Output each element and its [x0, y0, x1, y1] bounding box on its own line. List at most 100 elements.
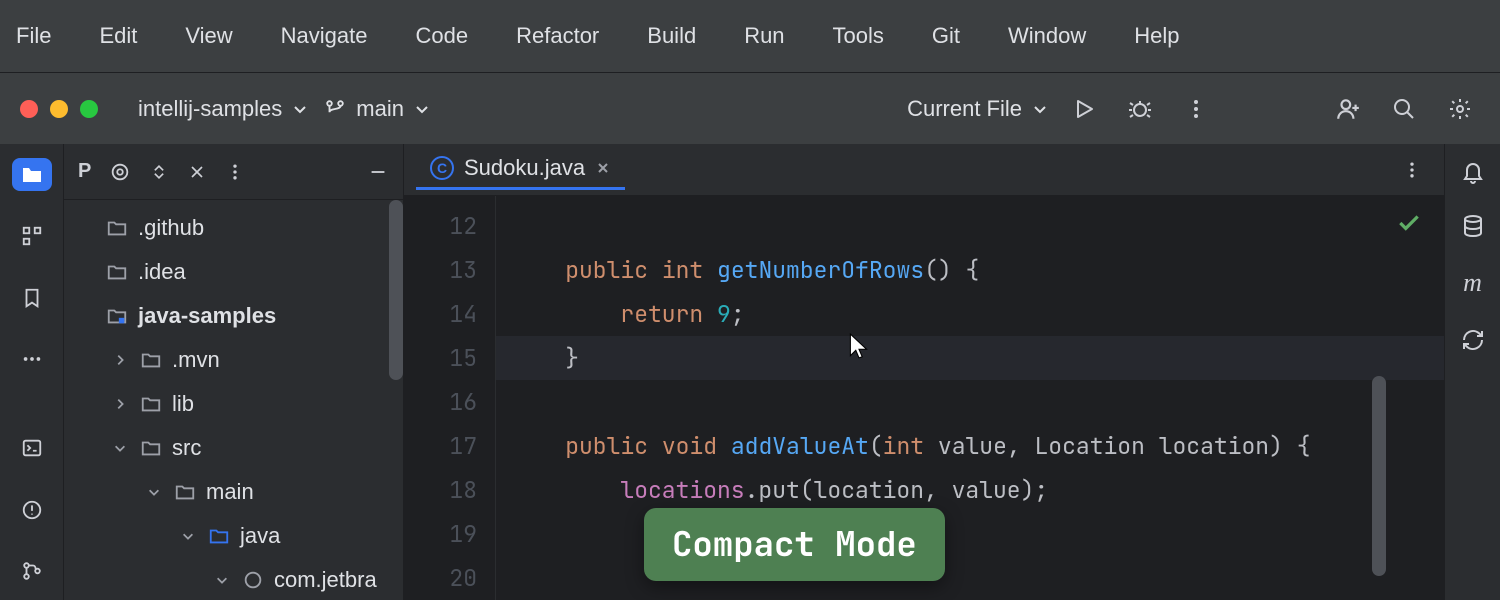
code-line[interactable]	[496, 512, 1444, 556]
code-line[interactable]: locations.put(location, value);	[496, 468, 1444, 512]
tree-item[interactable]: java	[64, 514, 403, 558]
sync-tool-button[interactable]	[1461, 328, 1485, 352]
run-button[interactable]	[1064, 89, 1104, 129]
main-area: P .github .idea java-samples .mvn lib	[0, 144, 1500, 600]
tree-item-label: .github	[138, 215, 204, 241]
menu-file[interactable]: File	[8, 19, 59, 53]
compact-mode-badge: Compact Mode	[644, 508, 945, 581]
more-tools-button[interactable]	[12, 342, 52, 375]
code-editor[interactable]: 121314151617181920 public int getNumberO…	[404, 196, 1444, 600]
tree-item[interactable]: lib	[64, 382, 403, 426]
code-content[interactable]: public int getNumberOfRows() { return 9;…	[496, 196, 1444, 600]
target-icon	[109, 161, 131, 183]
project-tool-button[interactable]	[12, 158, 52, 191]
git-branch-selector[interactable]: main	[324, 96, 430, 122]
line-number: 18	[404, 468, 477, 512]
tree-item[interactable]: main	[64, 470, 403, 514]
menu-edit[interactable]: Edit	[91, 19, 145, 53]
project-selector[interactable]: intellij-samples	[138, 96, 308, 122]
code-line[interactable]: }	[496, 336, 1444, 380]
code-line[interactable]: return 9;	[496, 292, 1444, 336]
hide-panel-button[interactable]	[367, 161, 389, 183]
collapse-button[interactable]	[187, 162, 207, 182]
tree-item-label: com.jetbra	[274, 567, 377, 593]
project-name: intellij-samples	[138, 96, 282, 122]
ide-window: intellij-samples main Current File	[0, 72, 1500, 600]
problems-tool-button[interactable]	[12, 493, 52, 526]
close-tab-icon[interactable]	[595, 160, 611, 176]
folder-icon	[20, 163, 44, 187]
folder-icon	[208, 525, 230, 547]
structure-tool-button[interactable]	[12, 219, 52, 252]
project-panel-header: P	[64, 144, 403, 200]
editor-scrollbar-thumb[interactable]	[1372, 376, 1386, 576]
code-line[interactable]	[496, 556, 1444, 600]
tree-item[interactable]: .idea	[64, 250, 403, 294]
structure-icon	[21, 225, 43, 247]
project-tree[interactable]: .github .idea java-samples .mvn libsrcmainja…	[64, 200, 403, 600]
project-panel: P .github .idea java-samples .mvn lib	[64, 144, 404, 600]
menu-window[interactable]: Window	[1000, 19, 1094, 53]
code-line[interactable]: public void addValueAt(int value, Locati…	[496, 424, 1444, 468]
tab-options-button[interactable]	[1392, 150, 1432, 190]
folder-icon	[106, 217, 128, 239]
kebab-icon	[1402, 160, 1422, 180]
menu-git[interactable]: Git	[924, 19, 968, 53]
code-with-me-button[interactable]	[1328, 89, 1368, 129]
menu-navigate[interactable]: Navigate	[273, 19, 376, 53]
bookmarks-tool-button[interactable]	[12, 281, 52, 314]
git-icon	[21, 560, 43, 582]
java-class-icon: C	[430, 156, 454, 180]
scrollbar-thumb[interactable]	[389, 200, 403, 380]
tree-item[interactable]: java-samples	[64, 294, 403, 338]
tree-item-label: java-samples	[138, 303, 276, 329]
tree-item-label: .mvn	[172, 347, 220, 373]
left-tool-rail	[0, 144, 64, 600]
chevron-right-icon	[110, 353, 130, 367]
settings-button[interactable]	[1440, 89, 1480, 129]
expand-all-button[interactable]	[149, 162, 169, 182]
notifications-button[interactable]	[1461, 160, 1485, 184]
code-line[interactable]	[496, 204, 1444, 248]
code-line[interactable]: public int getNumberOfRows() {	[496, 248, 1444, 292]
line-gutter: 121314151617181920	[404, 196, 496, 600]
menu-help[interactable]: Help	[1126, 19, 1187, 53]
tree-item[interactable]: .github	[64, 206, 403, 250]
line-number: 14	[404, 292, 477, 336]
search-everywhere-button[interactable]	[1384, 89, 1424, 129]
editor-tab[interactable]: C Sudoku.java	[416, 149, 625, 190]
run-config-selector[interactable]: Current File	[907, 96, 1048, 122]
line-number: 16	[404, 380, 477, 424]
kebab-icon	[225, 162, 245, 182]
fullscreen-window-button[interactable]	[80, 100, 98, 118]
vcs-tool-button[interactable]	[12, 555, 52, 588]
module-icon	[106, 305, 128, 327]
debug-button[interactable]	[1120, 89, 1160, 129]
menu-refactor[interactable]: Refactor	[508, 19, 607, 53]
project-tab-label[interactable]: P	[78, 160, 91, 183]
terminal-tool-button[interactable]	[12, 432, 52, 465]
select-opened-file-button[interactable]	[109, 161, 131, 183]
chevron-down-icon	[144, 485, 164, 499]
chevron-down-icon	[110, 441, 130, 455]
tree-item[interactable]: src	[64, 426, 403, 470]
menu-code[interactable]: Code	[408, 19, 477, 53]
code-line[interactable]	[496, 380, 1444, 424]
database-tool-button[interactable]	[1461, 214, 1485, 238]
tree-item[interactable]: com.jetbra	[64, 558, 403, 600]
menu-build[interactable]: Build	[639, 19, 704, 53]
minimize-window-button[interactable]	[50, 100, 68, 118]
tree-item[interactable]: .mvn	[64, 338, 403, 382]
inspection-status[interactable]	[1396, 210, 1422, 236]
bookmark-icon	[21, 287, 43, 309]
panel-options-button[interactable]	[225, 162, 245, 182]
close-window-button[interactable]	[20, 100, 38, 118]
more-actions-button[interactable]	[1176, 89, 1216, 129]
menu-tools[interactable]: Tools	[825, 19, 892, 53]
folder-icon	[140, 349, 162, 371]
menu-run[interactable]: Run	[736, 19, 792, 53]
chevron-down-icon	[178, 529, 198, 543]
menu-view[interactable]: View	[177, 19, 240, 53]
maven-tool-button[interactable]: m	[1463, 268, 1482, 298]
ellipsis-icon	[21, 348, 43, 370]
